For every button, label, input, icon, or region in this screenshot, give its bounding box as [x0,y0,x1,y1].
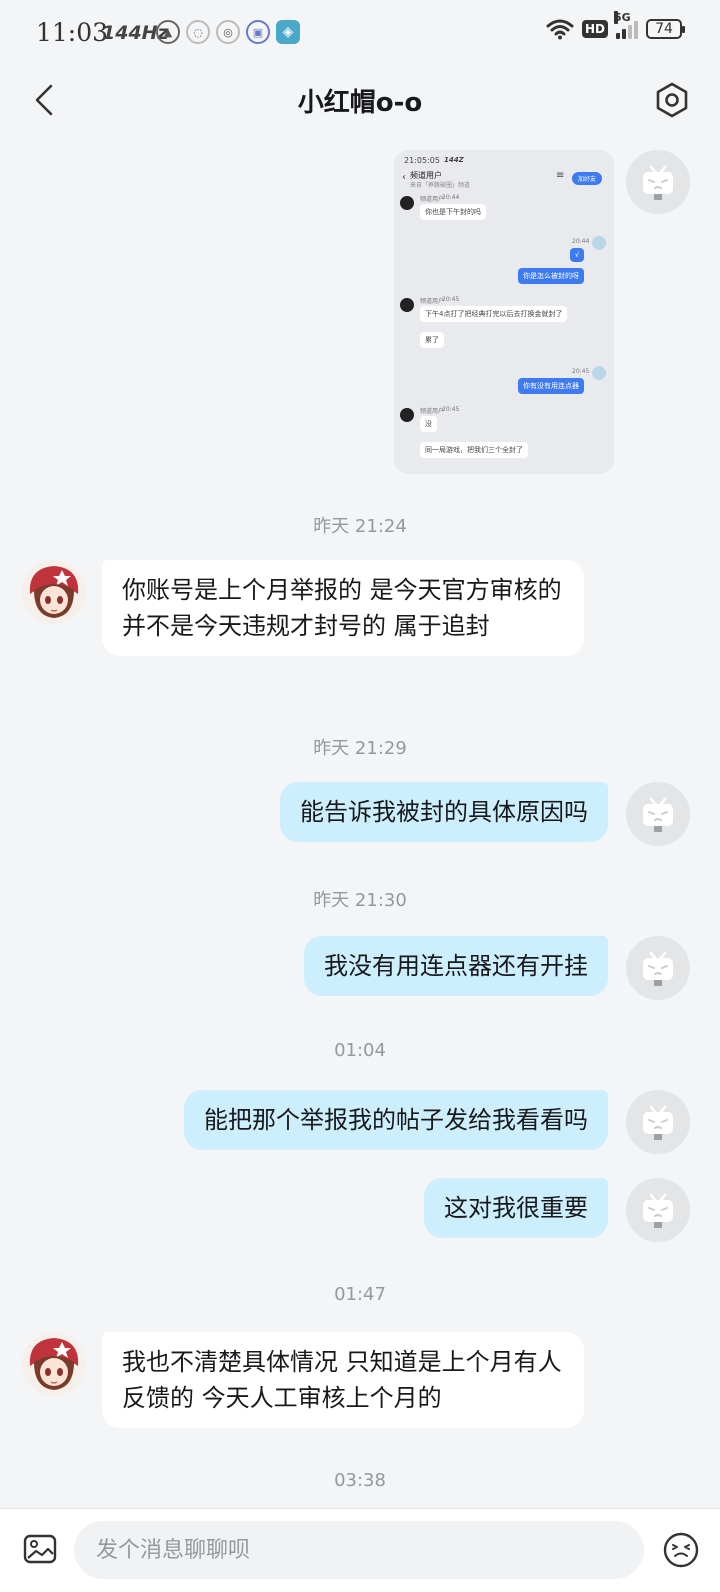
message-input-bar [0,1508,720,1592]
image-my-avatar [592,366,606,380]
tv-mascot-icon [643,1193,673,1228]
chat-header: 小红帽o-o [0,66,720,134]
image-msg-time: 20:44 [572,238,590,245]
image-msg-time: 20:45 [442,296,460,303]
my-avatar[interactable] [626,1178,690,1242]
app-notification-icon: ▣ [246,20,270,44]
image-status-time: 21:05:05 [404,156,440,165]
image-msg: 你有没有用连点器 [518,378,584,394]
message-timestamp: 03:38 [334,1470,386,1491]
settings-button[interactable] [652,80,692,120]
tv-mascot-icon [643,797,673,832]
app-notification-icon: ◎ [216,20,240,44]
message-timestamp: 01:47 [334,1284,386,1305]
image-user-name: 频道用户 [420,298,445,305]
message-timestamp: 昨天 21:24 [313,516,407,537]
status-time: 11:03 [36,18,109,47]
image-msg: 同一局游戏，把我们三个全封了 [420,442,528,458]
image-msg: 累了 [420,332,444,348]
settings-icon [656,82,688,118]
image-add-friend: 加好友 [572,172,603,185]
image-user-name: 频道用户 [420,196,445,203]
emoji-icon [663,1532,699,1568]
image-back-icon: ‹ [402,172,406,183]
image-menu-icon: ≡ [556,170,565,181]
my-avatar[interactable] [626,150,690,214]
battery-icon: 74 [646,19,685,39]
image-msg: √ [570,248,585,262]
network-type: 5G [614,11,631,24]
signal-icon: 5G [614,11,638,39]
image-msg: 你是怎么被封的呀 [518,268,584,284]
image-msg: 没 [420,416,437,432]
message-timestamp: 昨天 21:29 [313,738,407,759]
image-msg: 下午4点打了把经典打完以后去打换金就封了 [420,306,568,322]
my-avatar[interactable] [626,782,690,846]
image-user-avatar [400,408,414,422]
tv-mascot-icon [643,951,673,986]
emoji-button[interactable] [662,1531,700,1569]
image-msg: 你也是下午封的吗 [420,204,486,220]
message-timestamp: 昨天 21:30 [313,890,407,911]
hd-badge: HD [581,20,608,38]
system-icons: HD 5G 74 [546,11,685,40]
incoming-message[interactable]: 你账号是上个月举报的 是今天官方审核的 并不是今天违规才封号的 属于追封 [102,560,584,656]
image-msg-time: 20:45 [572,368,590,375]
contact-avatar[interactable] [22,560,86,624]
outgoing-message[interactable]: 能告诉我被封的具体原因吗 [280,782,608,842]
tv-mascot-icon [643,165,673,200]
incoming-message[interactable]: 我也不清楚具体情况 只知道是上个月有人反馈的 今天人工审核上个月的 [102,1332,584,1428]
wifi-icon [546,19,574,40]
tv-mascot-icon [643,1105,673,1140]
chat-messages[interactable]: 21:05:05 144Z ‹ 频道用户 来自「养豚破圈」频道 ≡ 加好友 频道… [0,134,720,1508]
outgoing-message[interactable]: 能把那个举报我的帖子发给我看看吗 [184,1090,608,1150]
page-title: 小红帽o-o [297,88,423,118]
battery-level: 74 [655,21,673,37]
anime-girl-avatar-icon [22,560,86,624]
image-subtitle: 来自「养豚破圈」频道 [410,182,471,189]
image-status-hz: 144Z [444,156,464,164]
status-bar: 11:03 144Hz ▲ ◌ ◎ ▣ ◈ HD 5G 74 [0,0,720,66]
message-input[interactable] [74,1521,644,1579]
message-timestamp: 01:04 [334,1040,386,1061]
image-msg-time: 20:44 [442,194,460,201]
image-msg-time: 20:45 [442,406,460,413]
image-user-avatar [400,196,414,210]
notification-icons: ▲ ◌ ◎ ▣ ◈ [156,20,300,44]
app-notification-icon: ◌ [186,20,210,44]
contact-avatar[interactable] [22,1332,86,1396]
app-notification-icon: ▲ [156,20,180,44]
screenshot-image-message[interactable]: 21:05:05 144Z ‹ 频道用户 来自「养豚破圈」频道 ≡ 加好友 频道… [394,150,614,474]
image-user-avatar [400,298,414,312]
image-icon [23,1534,57,1564]
image-user-name: 频道用户 [420,408,445,415]
outgoing-message[interactable]: 这对我很重要 [424,1178,608,1238]
image-my-avatar [592,236,606,250]
image-picker-button[interactable] [22,1531,58,1567]
my-avatar[interactable] [626,936,690,1000]
anime-girl-avatar-icon [22,1332,86,1396]
outgoing-message[interactable]: 我没有用连点器还有开挂 [304,936,608,996]
shield-app-icon: ◈ [276,20,300,44]
my-avatar[interactable] [626,1090,690,1154]
